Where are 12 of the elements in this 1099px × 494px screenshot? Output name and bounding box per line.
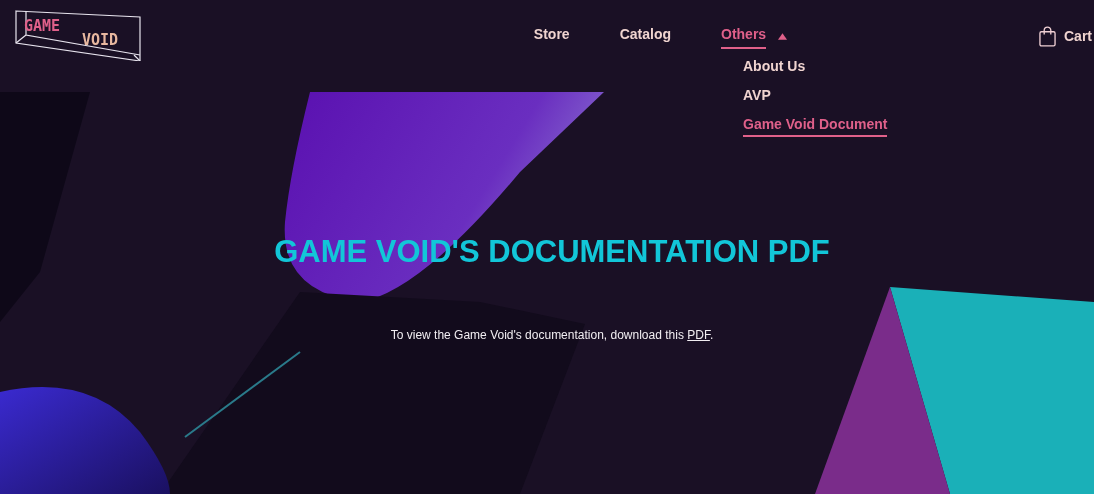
menu-item[interactable]: About Us [743, 57, 806, 79]
menu-item[interactable]: AVP [743, 86, 771, 108]
nav-link[interactable]: Others [721, 23, 767, 49]
description-text: To view the Game Void's documentation, download this PDF. [390, 328, 714, 342]
shopping-bag-icon[interactable] [1039, 25, 1056, 47]
logo-word: VOID [82, 31, 119, 49]
pdf-link[interactable]: PDF [687, 328, 710, 342]
nav-link[interactable]: Catalog [619, 23, 671, 49]
wireframe-box-icon [14, 9, 142, 61]
cart-link[interactable]: Cart [1064, 28, 1092, 44]
nav-link[interactable]: Store [533, 23, 570, 49]
caret-icon[interactable] [778, 32, 788, 40]
